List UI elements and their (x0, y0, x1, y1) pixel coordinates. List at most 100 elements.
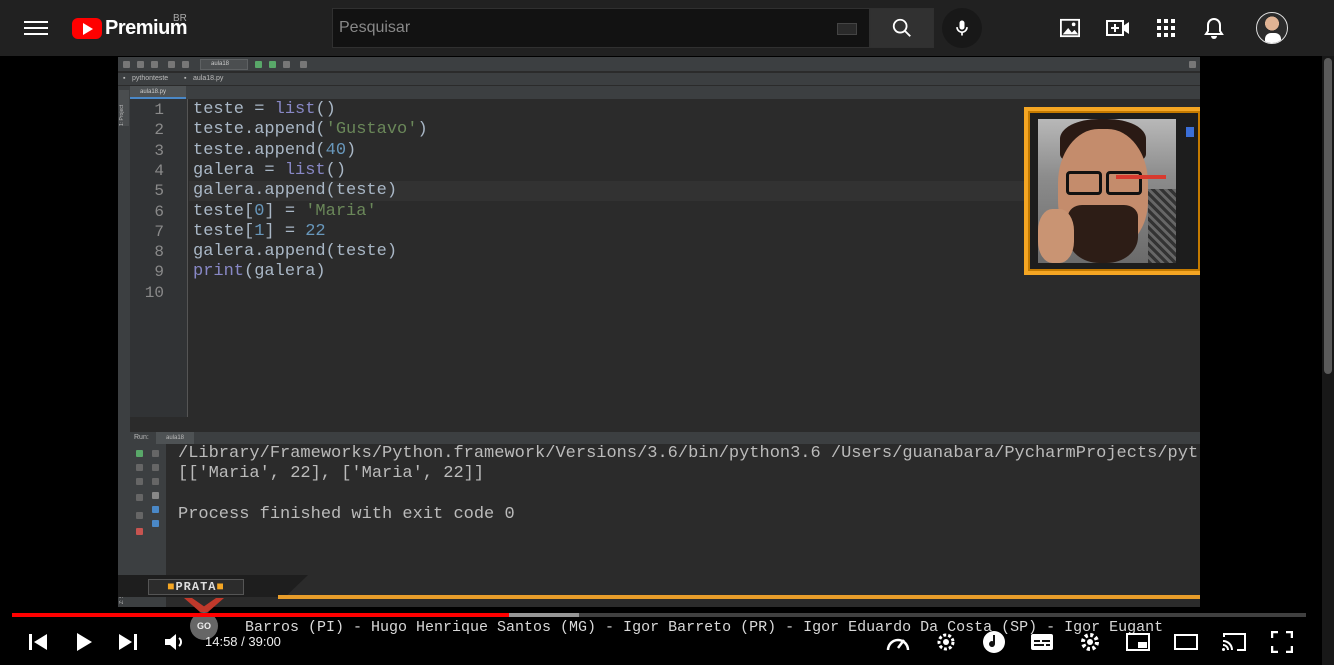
cast-button[interactable] (1220, 628, 1248, 656)
line-number: 10 (144, 283, 164, 302)
masthead: Premium BR (0, 0, 1334, 56)
code-line: print(galera) (193, 262, 326, 282)
wrap-icon (152, 478, 159, 485)
account-avatar[interactable] (1256, 12, 1288, 44)
ide-search-icon (1189, 61, 1196, 68)
tool-window-strip: 1: Project Z: Structure (118, 86, 130, 607)
apps-grid-icon[interactable] (1154, 16, 1178, 40)
ide-breadcrumb: ▪ pythonteste ▪ aula18.py (118, 73, 1200, 85)
glasses-arm (1116, 175, 1166, 179)
skip-previous-icon (29, 634, 47, 650)
settings-gear-icon (1081, 633, 1099, 651)
settings-button[interactable] (1076, 628, 1104, 656)
webcam-badge (1186, 127, 1194, 137)
country-code: BR (173, 13, 187, 24)
dump-icon (136, 494, 143, 501)
fullscreen-icon (1271, 631, 1293, 653)
skip-next-icon (119, 634, 137, 650)
miniplayer-button[interactable] (1124, 628, 1152, 656)
code-line: teste[0] = 'Maria' (193, 201, 377, 221)
theater-mode-button[interactable] (1172, 628, 1200, 656)
time-display: 14:58 / 39:00 (205, 634, 281, 649)
code-line: teste.append('Gustavo') (193, 120, 428, 140)
captions-icon (1031, 634, 1053, 650)
playback-speed-button[interactable] (884, 628, 912, 656)
menu-icon[interactable] (24, 17, 48, 39)
miniplayer-icon (1126, 633, 1150, 651)
line-number: 3 (154, 141, 164, 160)
previous-button[interactable] (24, 628, 52, 656)
play-button[interactable] (70, 628, 98, 656)
chair-shape (1148, 189, 1176, 263)
code-line: galera.append(teste) (193, 181, 398, 201)
console-line: /Library/Frameworks/Python.framework/Ver… (178, 444, 1199, 463)
cast-icon (1222, 633, 1246, 651)
video-frame[interactable]: aula18 ▪ pythonteste ▪ aula18.py 1: Proj… (118, 57, 1200, 607)
voice-search-button[interactable] (942, 8, 982, 48)
line-gutter: 1 2 3 4 5 6 7 8 9 10 (130, 99, 188, 417)
webcam-overlay (1024, 107, 1200, 275)
stable-volume-button[interactable] (932, 628, 960, 656)
microphone-icon (956, 20, 968, 36)
line-number: 9 (154, 263, 164, 282)
search-button[interactable] (870, 8, 934, 48)
line-number: 4 (154, 161, 164, 180)
code-line: galera = list() (193, 160, 347, 180)
tier-banner: ■PRATA■ (118, 575, 1200, 607)
stop-icon (283, 61, 290, 68)
progress-played (12, 613, 509, 617)
notifications-bell-icon[interactable] (1202, 16, 1226, 40)
next-button[interactable] (114, 628, 142, 656)
x-emblem-icon (184, 598, 224, 612)
create-video-icon[interactable] (1106, 16, 1130, 40)
progress-bar[interactable] (12, 613, 1306, 617)
music-button[interactable] (980, 628, 1008, 656)
editor-tab-aula18: aula18.py (130, 86, 186, 99)
breadcrumb-project: pythonteste (132, 75, 169, 82)
code-line: teste[1] = 22 (193, 221, 326, 241)
youtube-premium-logo[interactable]: Premium (72, 16, 188, 40)
stop-run-icon (136, 464, 143, 471)
search-input[interactable] (333, 19, 823, 37)
trash-icon (152, 520, 159, 527)
music-note-icon (983, 631, 1005, 653)
presenter-hand (1038, 209, 1074, 263)
tier-bullet-right: ■ (216, 580, 225, 594)
fullscreen-button[interactable] (1268, 628, 1296, 656)
run-icon (255, 61, 262, 68)
pin-icon (136, 512, 143, 519)
speedometer-icon (886, 638, 910, 651)
debug-icon (269, 61, 276, 68)
line-number: 1 (154, 101, 164, 119)
scroll-down-icon (152, 464, 159, 471)
gear-sparkle-icon (937, 633, 955, 651)
mute-button[interactable] (161, 628, 189, 656)
line-number: 7 (154, 222, 164, 241)
page-scrollbar[interactable] (1322, 56, 1334, 665)
sync-icon (151, 61, 158, 68)
theater-mode-icon (1174, 634, 1198, 650)
keyboard-icon[interactable] (837, 23, 857, 35)
volume-icon (165, 634, 182, 650)
back-icon (168, 61, 175, 68)
create-post-image-icon[interactable] (1058, 16, 1082, 40)
python-file-icon: ▪ (184, 75, 187, 82)
close-run-icon (136, 528, 143, 535)
presenter-video (1038, 119, 1176, 263)
run-label: Run: (134, 434, 149, 441)
code-line: teste.append(40) (193, 140, 357, 160)
scrollbar-thumb[interactable] (1324, 58, 1332, 374)
search-box (332, 8, 870, 48)
rerun-icon (136, 450, 143, 457)
run-configuration: aula18 (200, 59, 248, 70)
scroll-up-icon (152, 450, 159, 457)
youtube-logo-icon (72, 17, 102, 39)
tier-label-text: PRATA (175, 580, 217, 594)
line-number: 6 (154, 202, 164, 221)
subtitles-button[interactable] (1028, 628, 1056, 656)
glasses-shape (1062, 171, 1144, 195)
forward-icon (182, 61, 189, 68)
line-number: 8 (154, 243, 164, 262)
line-number: 5 (154, 182, 164, 201)
console-line: [['Maria', 22], ['Maria', 22]] (178, 464, 485, 484)
